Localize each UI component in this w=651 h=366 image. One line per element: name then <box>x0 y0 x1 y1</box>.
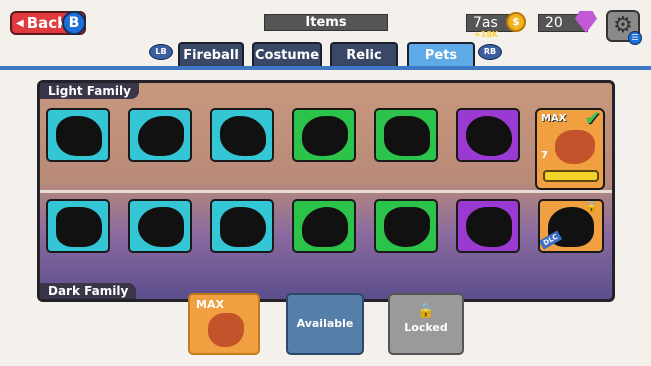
pet-silhouette-icon <box>384 207 430 247</box>
pet-silhouette-icon <box>56 207 102 247</box>
griffin-pet-icon <box>208 313 244 347</box>
pet-silhouette-icon <box>220 207 266 247</box>
pet-slot-light-4[interactable] <box>292 108 356 162</box>
pet-silhouette-icon <box>138 116 184 156</box>
pet-silhouette-icon <box>138 207 184 247</box>
coin-icon: $ <box>506 12 526 32</box>
pet-silhouette-icon <box>220 116 266 156</box>
pet-slot-dark-3[interactable] <box>210 199 274 253</box>
legend-available-label: Available <box>296 317 354 330</box>
pet-slot-light-1[interactable] <box>46 108 110 162</box>
pet-slot-dark-4[interactable] <box>292 199 356 253</box>
griffin-pet-icon <box>555 130 595 164</box>
pet-slot-light-3[interactable] <box>210 108 274 162</box>
lock-icon: 🔒 <box>417 303 435 319</box>
b-button-badge-icon: B <box>62 11 86 35</box>
pet-slot-light-5[interactable] <box>374 108 438 162</box>
pet-silhouette-icon <box>466 207 512 247</box>
tab-pets[interactable]: Pets <box>407 42 475 68</box>
pet-silhouette-icon <box>56 116 102 156</box>
light-family-label: Light Family <box>40 83 139 99</box>
pet-slot-light-6[interactable] <box>456 108 520 162</box>
lb-button-icon[interactable]: LB <box>149 44 173 60</box>
pet-slot-dlc[interactable]: 🔒 DLC <box>538 199 604 253</box>
coin-amount: 7as <box>473 15 498 31</box>
family-divider <box>40 190 612 193</box>
legend-locked: 🔒 Locked <box>388 293 464 355</box>
pet-silhouette-icon <box>302 207 348 247</box>
pet-slot-dark-1[interactable] <box>46 199 110 253</box>
pet-slot-dark-5[interactable] <box>374 199 438 253</box>
dlc-tag: DLC <box>540 230 563 250</box>
legend-available: Available <box>286 293 364 355</box>
level-progress-bar <box>543 170 599 182</box>
pet-silhouette-icon <box>384 116 430 156</box>
back-arrow-icon: ◀ <box>16 17 24 29</box>
pet-silhouette-icon <box>466 116 512 156</box>
pet-silhouette-icon <box>302 116 348 156</box>
tab-fireball[interactable]: Fireball <box>178 42 244 68</box>
tab-costume[interactable]: Costume <box>252 42 322 68</box>
back-button[interactable]: ◀ Back B <box>10 11 86 35</box>
dark-family-label: Dark Family <box>40 283 137 299</box>
pet-slot-light-2[interactable] <box>128 108 192 162</box>
rb-button-icon[interactable]: RB <box>478 44 502 60</box>
menu-icon: ☰ <box>628 31 642 45</box>
pet-slot-dark-2[interactable] <box>128 199 192 253</box>
tab-underline <box>0 66 651 70</box>
legend-locked-label: Locked <box>404 321 448 334</box>
lock-icon: 🔒 <box>584 199 599 213</box>
page-title: Items <box>264 14 388 31</box>
max-badge: MAX <box>541 113 567 124</box>
pet-level: 7 <box>541 150 548 161</box>
tab-relic[interactable]: Relic <box>330 42 398 68</box>
gem-amount: 20 <box>545 15 563 31</box>
checkmark-icon: ✔ <box>584 106 601 130</box>
coin-bonus: +18K <box>474 30 499 39</box>
pet-slot-dark-6[interactable] <box>456 199 520 253</box>
legend-max-label: MAX <box>196 298 224 311</box>
pet-slot-featured[interactable]: MAX ✔ 7 <box>535 106 605 190</box>
legend-max: MAX <box>188 293 260 355</box>
